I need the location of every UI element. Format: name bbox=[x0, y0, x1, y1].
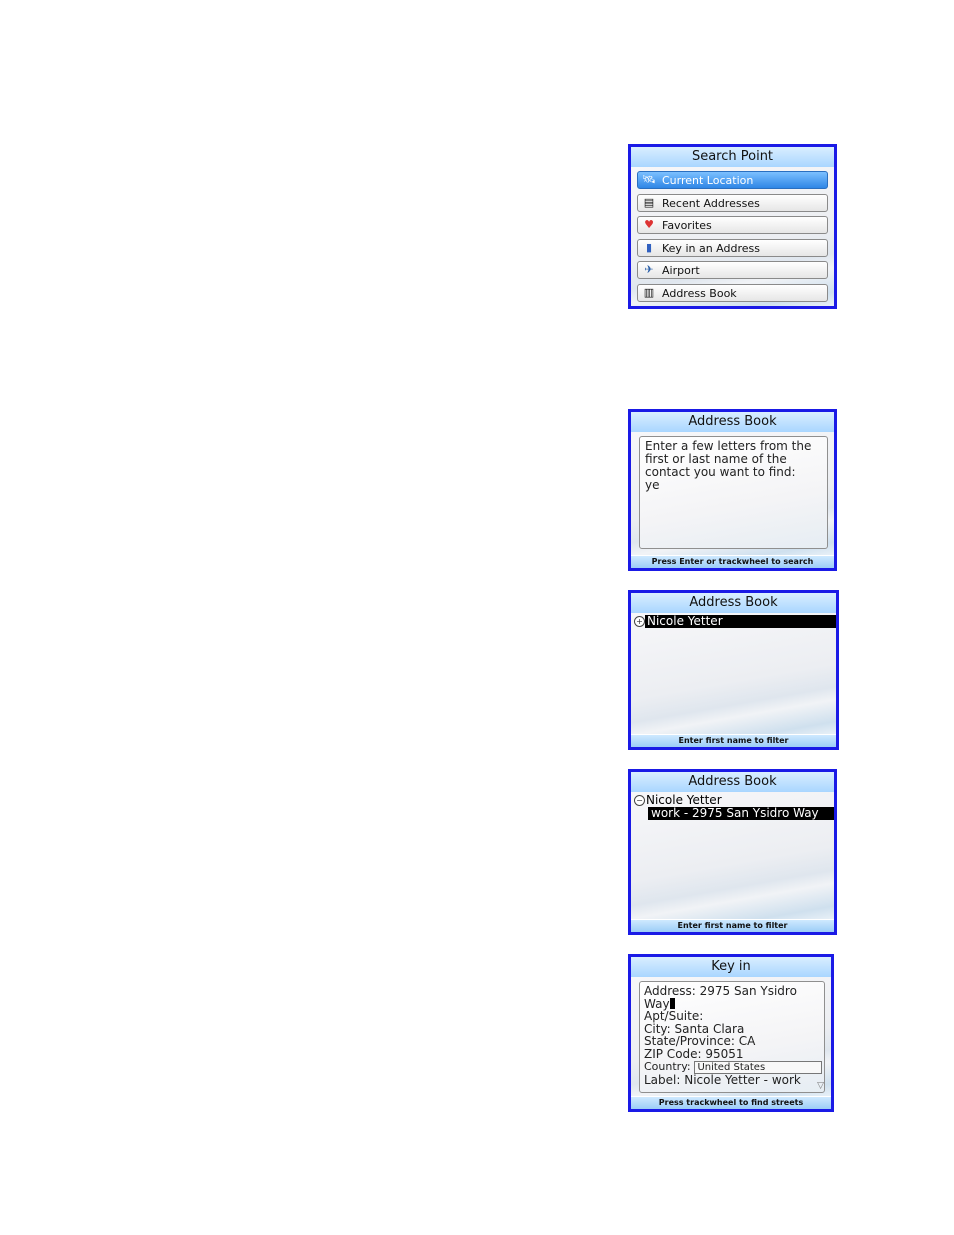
address-book-title: Address Book bbox=[631, 593, 836, 614]
address-book-expanded-screen: Address Book − Nicole Yetter work - 2975… bbox=[628, 769, 837, 935]
expand-icon[interactable]: + bbox=[634, 616, 645, 627]
satellite-icon: 🛰 bbox=[642, 173, 656, 186]
contact-search-field[interactable]: Enter a few letters from the first or la… bbox=[639, 436, 828, 549]
address-book-title: Address Book bbox=[631, 412, 834, 433]
status-hint: Enter first name to filter bbox=[631, 920, 834, 932]
state-field[interactable]: State/Province: CA bbox=[644, 1035, 820, 1048]
contact-address: work - 2975 San Ysidro Way bbox=[651, 806, 819, 820]
favorites-icon: ♥ bbox=[644, 218, 654, 231]
country-label: Country: bbox=[644, 1060, 691, 1073]
menu-item-label: Recent Addresses bbox=[662, 196, 760, 210]
menu-item-label: Favorites bbox=[662, 219, 712, 232]
search-prompt-text: Enter a few letters from the first or la… bbox=[645, 439, 812, 479]
search-point-screen: Search Point 🛰 Current Location ▤ Recent… bbox=[628, 144, 837, 309]
key-in-title: Key in bbox=[631, 957, 831, 978]
status-hint: Press Enter or trackwheel to search bbox=[631, 556, 834, 568]
screen-background bbox=[631, 613, 836, 734]
menu-item-favorites[interactable]: ♥ Favorites bbox=[637, 216, 828, 234]
contact-name: Nicole Yetter bbox=[647, 614, 723, 628]
address-field[interactable]: Address: 2975 San Ysidro bbox=[644, 985, 820, 998]
search-input-value[interactable]: ye bbox=[645, 479, 822, 492]
search-point-menu: 🛰 Current Location ▤ Recent Addresses ♥ … bbox=[637, 171, 828, 306]
status-hint: Enter first name to filter bbox=[631, 735, 836, 747]
menu-item-label: Current Location bbox=[662, 174, 754, 187]
recent-icon: ▤ bbox=[643, 195, 655, 209]
country-field[interactable]: Country: United States bbox=[644, 1060, 823, 1074]
address-book-results-screen: Address Book + Nicole Yetter Enter first… bbox=[628, 590, 839, 750]
apt-suite-field[interactable]: Apt/Suite: bbox=[644, 1010, 820, 1023]
contact-address-item[interactable]: work - 2975 San Ysidro Way bbox=[648, 806, 834, 820]
menu-item-airport[interactable]: ✈ Airport bbox=[637, 261, 828, 279]
address-book-title: Address Book bbox=[631, 772, 834, 793]
text-cursor bbox=[669, 997, 675, 1009]
zip-field[interactable]: ZIP Code: 95051 bbox=[644, 1047, 820, 1061]
keypad-phone-icon: ▮ bbox=[645, 240, 653, 254]
address-form: Address: 2975 San Ysidro Way Apt/Suite: … bbox=[639, 981, 825, 1093]
address-book-search-screen: Address Book Enter a few letters from th… bbox=[628, 409, 837, 571]
menu-item-label: Airport bbox=[662, 264, 700, 277]
key-in-screen: Key in Address: 2975 San Ysidro Way Apt/… bbox=[628, 954, 834, 1112]
label-field[interactable]: Label: Nicole Yetter - work bbox=[644, 1074, 820, 1087]
menu-item-key-in-address[interactable]: ▮ Key in an Address bbox=[637, 238, 828, 257]
status-hint: Press trackwheel to find streets bbox=[631, 1097, 831, 1109]
scroll-down-icon[interactable]: ▽ bbox=[817, 1080, 824, 1093]
menu-item-label: Key in an Address bbox=[662, 241, 760, 255]
search-point-title: Search Point bbox=[631, 147, 834, 168]
menu-item-address-book[interactable]: ▥ Address Book bbox=[637, 283, 828, 302]
contact-name: Nicole Yetter bbox=[646, 793, 722, 807]
contact-list-item[interactable]: Nicole Yetter bbox=[645, 614, 836, 628]
airplane-icon: ✈ bbox=[644, 263, 654, 276]
menu-item-recent-addresses[interactable]: ▤ Recent Addresses bbox=[637, 193, 828, 212]
menu-item-current-location[interactable]: 🛰 Current Location bbox=[637, 171, 828, 189]
menu-item-label: Address Book bbox=[662, 286, 737, 300]
collapse-icon[interactable]: − bbox=[634, 795, 645, 806]
address-book-icon: ▥ bbox=[643, 285, 655, 299]
